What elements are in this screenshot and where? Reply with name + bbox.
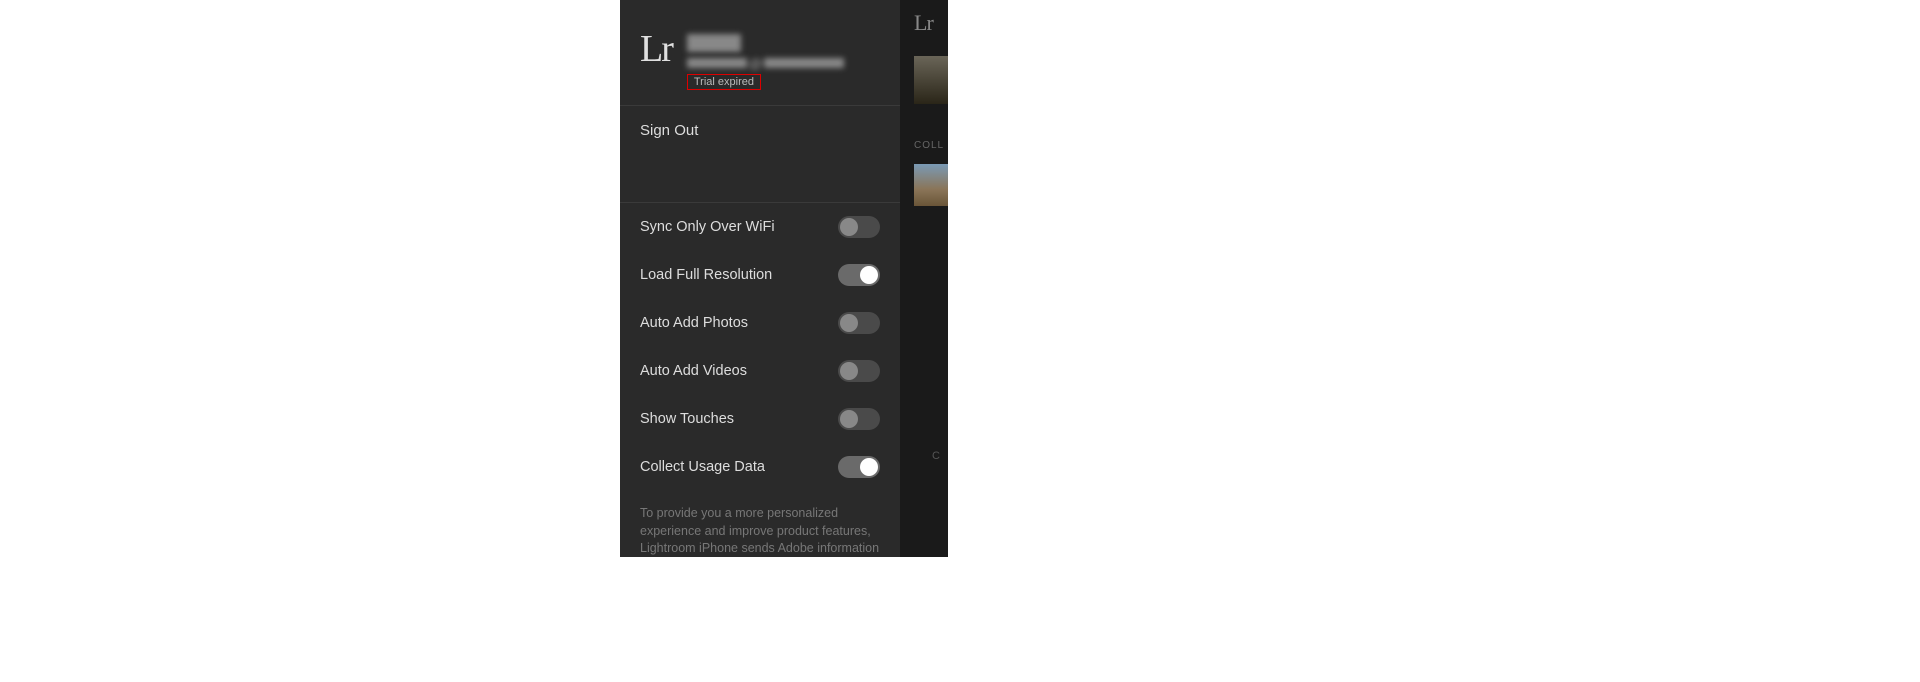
setting-load-full-res: Load Full Resolution	[620, 251, 900, 299]
profile-email-redacted: @	[687, 56, 880, 70]
toggle-load-full-res[interactable]	[838, 264, 880, 286]
profile-section: Lr @ Trial expired	[620, 0, 900, 106]
bg-lightroom-logo-icon: Lr	[914, 10, 933, 36]
bg-collections-label: COLL	[914, 140, 944, 151]
bg-label-fragment: C	[932, 450, 940, 462]
setting-show-touches: Show Touches	[620, 395, 900, 443]
trial-status-badge: Trial expired	[687, 74, 761, 90]
setting-auto-add-photos: Auto Add Photos	[620, 299, 900, 347]
bg-photo-thumbnail	[914, 164, 948, 206]
setting-label: Collect Usage Data	[640, 459, 765, 475]
usage-data-description: To provide you a more personalized exper…	[620, 491, 900, 557]
setting-label: Auto Add Photos	[640, 315, 748, 331]
setting-collect-usage-data: Collect Usage Data	[620, 443, 900, 491]
setting-label: Show Touches	[640, 411, 734, 427]
lightroom-logo-icon: Lr	[640, 30, 672, 68]
spacer	[620, 155, 900, 203]
settings-panel: Lr @ Trial expired Sign Out Sync Only Ov…	[620, 0, 900, 557]
sign-out-button[interactable]: Sign Out	[620, 106, 900, 155]
app-screenshot: Lr @ Trial expired Sign Out Sync Only Ov…	[620, 0, 948, 557]
setting-sync-wifi: Sync Only Over WiFi	[620, 203, 900, 251]
setting-label: Load Full Resolution	[640, 267, 772, 283]
bg-photo-thumbnail	[914, 56, 948, 104]
profile-info: @ Trial expired	[687, 30, 880, 90]
toggle-show-touches[interactable]	[838, 408, 880, 430]
profile-name-redacted	[687, 34, 777, 52]
toggle-collect-usage-data[interactable]	[838, 456, 880, 478]
toggle-auto-add-photos[interactable]	[838, 312, 880, 334]
setting-auto-add-videos: Auto Add Videos	[620, 347, 900, 395]
setting-label: Auto Add Videos	[640, 363, 747, 379]
toggle-auto-add-videos[interactable]	[838, 360, 880, 382]
toggle-sync-wifi[interactable]	[838, 216, 880, 238]
background-app-view: Lr COLL C	[900, 0, 948, 557]
setting-label: Sync Only Over WiFi	[640, 219, 775, 235]
